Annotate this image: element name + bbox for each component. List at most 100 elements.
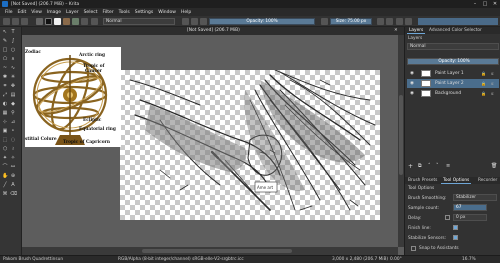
magnetic-selection-icon[interactable]: ⚯ <box>10 164 16 170</box>
select-shapes-icon[interactable]: ↖ <box>2 29 8 35</box>
menu-layer[interactable]: Layer <box>66 10 79 15</box>
line-tool-icon[interactable]: ╱ <box>2 182 8 188</box>
vertical-scroll-thumb[interactable] <box>399 95 403 175</box>
brush-smoothing-select[interactable]: Stabilizer <box>453 194 497 201</box>
freehand-brush-icon[interactable]: ✎ <box>2 38 8 44</box>
new-document-icon[interactable] <box>3 18 10 25</box>
layer-row[interactable]: ◉ Paint Layer 1 🔒 α <box>407 69 499 78</box>
layer-blend-mode-select[interactable]: Normal <box>407 43 499 50</box>
lock-icon[interactable]: 🔒 <box>481 71 486 76</box>
alpha-icon[interactable]: α <box>491 81 494 86</box>
layer-row[interactable]: ◉ Background 🔒 α <box>407 89 499 98</box>
finish-line-checkbox[interactable] <box>453 225 458 230</box>
document-tab[interactable]: [Not Saved] (206.7 MiB) ✕ <box>22 27 404 35</box>
menu-settings[interactable]: Settings <box>135 10 153 15</box>
opacity-slider[interactable]: Opacity: 100% <box>209 18 315 25</box>
alpha-icon[interactable]: α <box>491 91 494 96</box>
gradient-tool-icon[interactable]: ▤ <box>10 92 16 98</box>
opacity-lock-icon[interactable] <box>321 18 328 25</box>
sample-count-input[interactable]: 67 <box>453 204 487 211</box>
foreground-color-swatch[interactable] <box>45 18 52 25</box>
rectangle-icon[interactable]: □ <box>2 47 8 53</box>
layer-up-icon[interactable]: ˄ <box>428 163 431 169</box>
contiguous-selection-icon[interactable]: ✦ <box>2 155 8 161</box>
menu-window[interactable]: Window <box>158 10 176 15</box>
assistant-tool-icon[interactable]: ⊹ <box>2 119 8 125</box>
layer-opacity-slider[interactable]: Opacity: 100% <box>407 58 499 65</box>
pattern-icon[interactable] <box>72 18 79 25</box>
close-button[interactable]: ✕ <box>490 1 500 7</box>
duplicate-layer-icon[interactable]: ⧉ <box>418 163 422 169</box>
crop-icon[interactable]: ⌗ <box>2 83 8 89</box>
zoom-icon[interactable]: ⚬ <box>10 128 16 134</box>
open-document-icon[interactable] <box>12 18 19 25</box>
tab-tool-options[interactable]: Tool Options <box>441 178 472 184</box>
fill-tool-icon[interactable]: ◆ <box>10 101 16 107</box>
menu-select[interactable]: Select <box>84 10 98 15</box>
tab-brush-presets[interactable]: Brush Presets <box>406 178 439 183</box>
fill-mode-icon[interactable] <box>91 18 98 25</box>
brush-tip-icon[interactable] <box>36 18 43 25</box>
tab-advanced-color-selector[interactable]: Advanced Color Selector <box>427 28 484 33</box>
menu-file[interactable]: File <box>5 10 13 15</box>
eraser-mode-icon[interactable] <box>182 18 189 25</box>
lock-icon[interactable]: 🔒 <box>481 91 486 96</box>
save-icon[interactable] <box>21 18 28 25</box>
transform-icon[interactable]: ⤢ <box>2 92 8 98</box>
rectangular-selection-icon[interactable]: ⬚ <box>2 137 8 143</box>
freehand-selection-icon[interactable]: ≀ <box>10 146 16 152</box>
add-layer-icon[interactable]: + <box>408 163 413 170</box>
bezier-icon[interactable]: ~ <box>2 65 8 71</box>
preserve-alpha-icon[interactable] <box>191 18 198 25</box>
zoom-tool-icon[interactable]: ⊕ <box>10 173 16 179</box>
reference-images-icon[interactable]: ▣ <box>2 128 8 134</box>
delete-layer-icon[interactable]: 🗑 <box>491 163 497 169</box>
stabilize-sensors-checkbox[interactable] <box>453 235 458 240</box>
dynamic-brush-icon[interactable]: ✱ <box>2 74 8 80</box>
polygonal-selection-icon[interactable]: ⬡ <box>2 146 8 152</box>
layer-properties-icon[interactable]: ≡ <box>446 163 450 169</box>
edit-text-icon[interactable]: T <box>10 29 16 35</box>
menu-image[interactable]: Image <box>47 10 61 15</box>
delay-input[interactable]: 0 px <box>453 214 487 221</box>
ellipse-icon[interactable]: ○ <box>10 47 16 53</box>
delay-checkbox[interactable] <box>445 215 450 220</box>
document-tab-close-icon[interactable]: ✕ <box>394 28 398 33</box>
horizontal-scrollbar[interactable] <box>22 247 398 255</box>
alpha-icon[interactable]: α <box>491 71 494 76</box>
brush-preset-icon[interactable] <box>81 18 88 25</box>
tab-layers[interactable]: Layers <box>407 28 426 34</box>
eye-icon[interactable]: ◉ <box>410 91 414 96</box>
mirror-vertical-icon[interactable] <box>386 18 393 25</box>
path-tool-icon[interactable]: ⌘ <box>2 191 8 197</box>
color-picker-icon[interactable]: ⚲ <box>10 110 16 116</box>
polygon-icon[interactable]: ⬠ <box>2 56 8 62</box>
workspace-icon[interactable] <box>396 18 403 25</box>
gradient-icon[interactable] <box>63 18 70 25</box>
blend-mode-select[interactable]: Normal <box>103 18 175 25</box>
similar-selection-icon[interactable]: ✧ <box>10 155 16 161</box>
layer-row[interactable]: ◉ Paint Layer 2 🔒 α <box>407 79 499 88</box>
bezier-selection-icon[interactable]: ⌒ <box>2 164 8 170</box>
pan-icon[interactable]: ✋ <box>2 173 8 179</box>
horizontal-scroll-thumb[interactable] <box>142 249 292 253</box>
eraser-tool-icon[interactable]: ⌫ <box>10 191 17 197</box>
lock-icon[interactable]: 🔒 <box>481 81 486 86</box>
multibrush-icon[interactable]: ✳ <box>10 74 16 80</box>
menu-edit[interactable]: Edit <box>18 10 27 15</box>
calligraphy-icon[interactable]: ∫ <box>10 38 16 44</box>
polyline-icon[interactable]: ∧ <box>10 56 16 62</box>
tab-recorder[interactable]: Recorder <box>476 178 499 183</box>
wrap-around-icon[interactable] <box>405 18 412 25</box>
background-color-swatch[interactable] <box>54 18 61 25</box>
elliptical-selection-icon[interactable]: ◌ <box>10 137 16 143</box>
size-slider[interactable]: Size: 75.00 px <box>330 18 372 25</box>
layer-down-icon[interactable]: ˅ <box>436 163 439 169</box>
measure-icon[interactable]: ⊿ <box>10 119 16 125</box>
eye-icon[interactable]: ◉ <box>410 71 414 76</box>
smart-patch-icon[interactable]: ▦ <box>2 110 8 116</box>
reload-preset-icon[interactable] <box>200 18 207 25</box>
menu-view[interactable]: View <box>31 10 42 15</box>
menu-tools[interactable]: Tools <box>119 10 130 15</box>
minimize-button[interactable]: – <box>470 1 480 7</box>
